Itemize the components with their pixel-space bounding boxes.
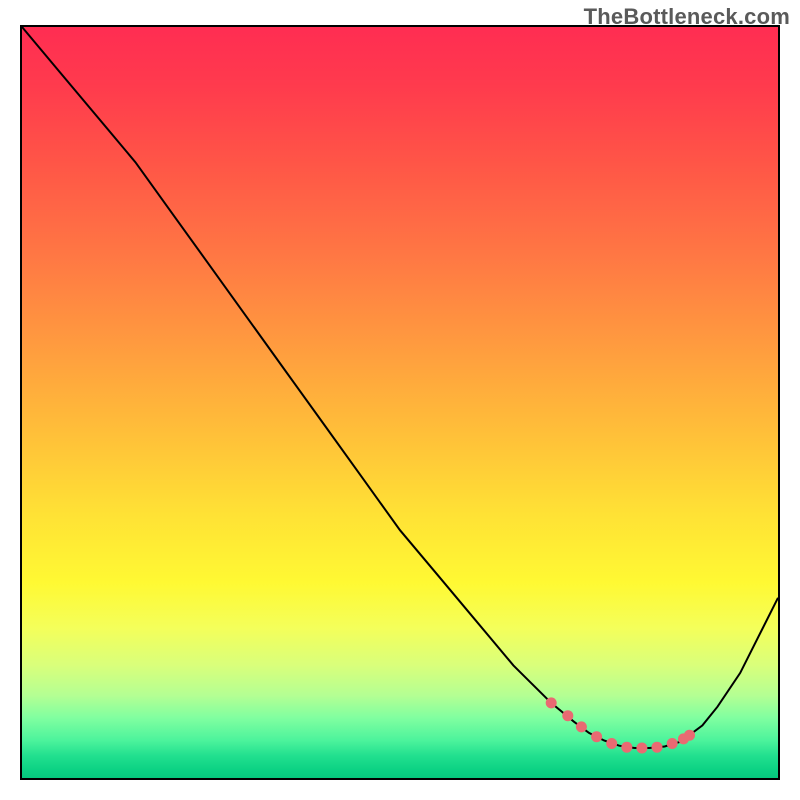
optimum-dot <box>667 738 678 749</box>
optimum-dot <box>591 731 602 742</box>
watermark-text: TheBottleneck.com <box>584 4 790 30</box>
curve-svg <box>22 27 778 778</box>
plot-area <box>20 25 780 780</box>
optimum-dot <box>576 721 587 732</box>
optimum-dot <box>546 697 557 708</box>
bottleneck-curve <box>22 27 778 748</box>
optimum-dot <box>652 742 663 753</box>
optimum-dot <box>636 743 647 754</box>
optimum-dot <box>621 742 632 753</box>
optimum-dot <box>684 730 695 741</box>
chart-canvas: TheBottleneck.com <box>0 0 800 800</box>
optimum-dot <box>562 710 573 721</box>
optimum-dot <box>606 738 617 749</box>
